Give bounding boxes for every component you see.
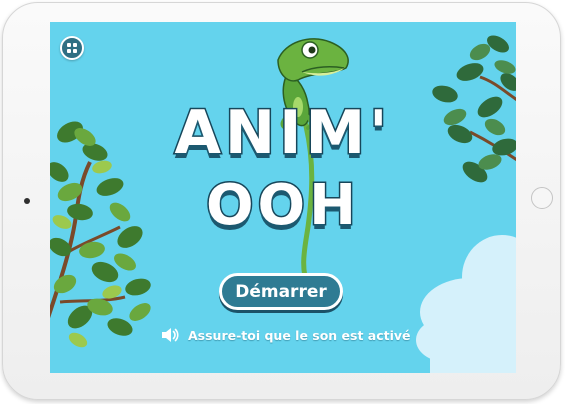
logo-title-line-1: ANIM' — [173, 97, 392, 170]
sound-notice-text: Assure-toi que le son est activé — [188, 327, 411, 343]
front-camera — [24, 198, 30, 204]
home-button[interactable] — [531, 187, 553, 209]
menu-button[interactable] — [60, 36, 84, 60]
sound-notice: Assure-toi que le son est activé — [160, 324, 411, 346]
app-screen: ANIM' OOH Démarrer Assure-toi que le son… — [50, 22, 516, 373]
cloud — [416, 235, 516, 373]
start-button[interactable]: Démarrer — [219, 273, 343, 310]
grid-menu-icon — [67, 43, 77, 53]
speaker-icon — [162, 328, 179, 342]
logo-title-line-2: OOH — [204, 172, 361, 239]
